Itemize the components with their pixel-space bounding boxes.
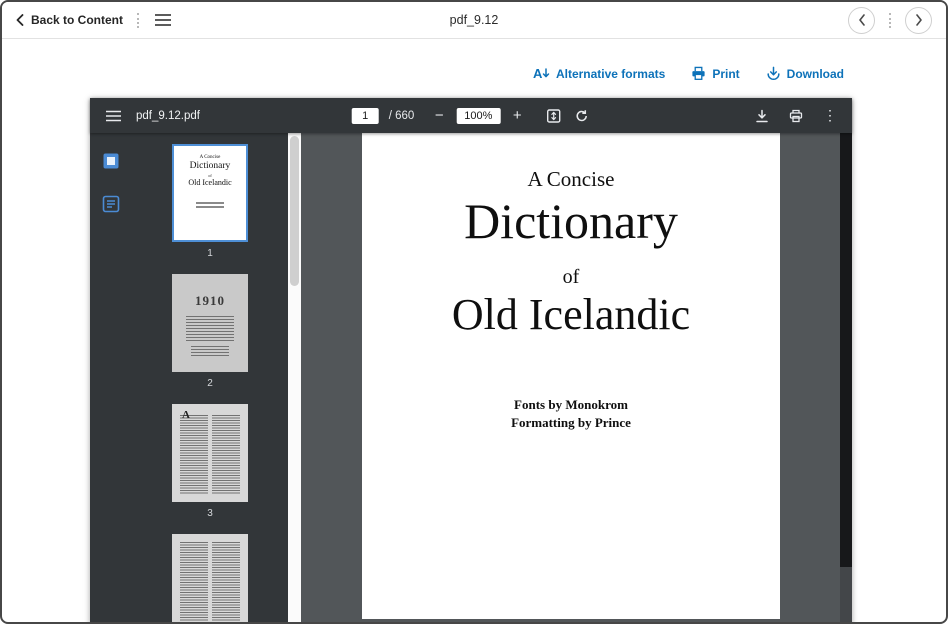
pdf-content-area: A Concise Dictionary of Old Icelandic Fo…: [301, 133, 840, 624]
page-scrollbar-thumb[interactable]: [840, 133, 852, 567]
zoom-out-button[interactable]: −: [432, 108, 446, 123]
page-subtitle: A Concise: [362, 133, 780, 192]
previous-item-button[interactable]: [848, 7, 875, 34]
rotate-button[interactable]: [572, 107, 590, 125]
outline-view-button[interactable]: [100, 193, 122, 215]
text-column: [212, 542, 240, 624]
thumbnail-page-4-preview: [172, 534, 248, 624]
pdf-overflow-menu-button[interactable]: ⋮: [821, 105, 839, 126]
download-icon: [766, 66, 781, 81]
thumbnail-page-2[interactable]: 1910 2: [172, 274, 248, 390]
pdf-toolbar-left: pdf_9.12.pdf: [90, 108, 200, 124]
download-icon: [755, 109, 769, 123]
page-credits: Fonts by Monokrom Formatting by Prince: [362, 396, 780, 432]
print-button[interactable]: Print: [691, 66, 739, 81]
rotate-icon: [574, 109, 588, 123]
top-navigation-bar: Back to Content pdf_9.12: [2, 2, 946, 39]
pdf-download-button[interactable]: [753, 107, 771, 125]
zoom-level-display[interactable]: 100%: [456, 108, 500, 124]
thumb3-text-columns: [180, 415, 240, 495]
sidebar-toggle-button[interactable]: [104, 108, 123, 124]
chevron-left-icon: [858, 14, 866, 26]
hamburger-icon: [155, 14, 171, 26]
thumbnail-page-2-label: 2: [207, 378, 213, 390]
text-column: [180, 542, 208, 624]
fit-to-page-button[interactable]: [544, 107, 562, 125]
back-to-content-button[interactable]: Back to Content: [16, 13, 123, 27]
svg-text:A: A: [533, 66, 543, 81]
thumb2-year: 1910: [174, 293, 246, 309]
page-total-label: / 660: [389, 110, 415, 122]
pdf-filename: pdf_9.12.pdf: [136, 110, 200, 122]
thumbnail-panel-scrollbar[interactable]: [288, 133, 301, 624]
pdf-toolbar: pdf_9.12.pdf / 660 − 100% +: [90, 98, 852, 133]
document-actions: A Alternative formats Print Download: [533, 66, 844, 81]
fit-page-icon: [546, 109, 560, 123]
viewer-side-strip: [90, 133, 132, 624]
thumbnail-page-1-label: 1: [207, 248, 213, 260]
thumb1-text-line: [196, 202, 224, 204]
print-icon: [691, 66, 706, 81]
thumbnail-page-4[interactable]: [172, 534, 248, 624]
pdf-toolbar-right: ⋮: [753, 105, 852, 126]
alternative-formats-button[interactable]: A Alternative formats: [533, 66, 665, 81]
back-to-content-label: Back to Content: [31, 13, 123, 27]
thumbnail-page-3-label: 3: [207, 508, 213, 520]
next-item-button[interactable]: [905, 7, 932, 34]
menu-button[interactable]: [153, 12, 173, 28]
thumb1-text-line: [196, 206, 224, 208]
thumb2-text-lines: [191, 346, 229, 356]
thumbnail-page-3-preview: A: [172, 404, 248, 502]
text-column: [180, 415, 208, 495]
top-navigation-controls: [848, 7, 932, 34]
document-title: pdf_9.12: [450, 13, 499, 27]
outline-view-icon: [102, 195, 120, 213]
hamburger-icon: [106, 110, 121, 122]
page-connector: of: [362, 266, 780, 289]
pdf-print-button[interactable]: [787, 107, 805, 125]
thumbnail-view-button[interactable]: [100, 150, 122, 172]
thumbnail-panel: A Concise Dictionary of Old Icelandic 1 …: [132, 133, 288, 624]
thumbnail-page-1[interactable]: A Concise Dictionary of Old Icelandic 1: [172, 144, 248, 260]
alternative-formats-label: Alternative formats: [556, 67, 665, 81]
credit-line-1: Fonts by Monokrom: [362, 396, 780, 414]
thumb1-title2: Old Icelandic: [174, 178, 246, 187]
chevron-left-icon: [16, 14, 24, 26]
credit-line-2: Formatting by Prince: [362, 414, 780, 432]
page-title-line2: Old Icelandic: [362, 289, 780, 340]
thumbnail-page-3[interactable]: A 3: [172, 404, 248, 520]
thumb1-subtitle: A Concise: [174, 155, 246, 160]
thumbnail-panel-scrollbar-thumb[interactable]: [290, 136, 299, 286]
download-button[interactable]: Download: [766, 66, 844, 81]
thumbnail-page-2-preview: 1910: [172, 274, 248, 372]
pdf-page: A Concise Dictionary of Old Icelandic Fo…: [362, 133, 780, 619]
download-label: Download: [787, 67, 844, 81]
page-number-input[interactable]: [352, 108, 379, 124]
text-column: [212, 415, 240, 495]
thumb4-text-columns: [180, 542, 240, 624]
alternative-formats-icon: A: [533, 66, 550, 81]
app-window: Back to Content pdf_9.12 A Alternative f…: [0, 0, 948, 624]
chevron-right-icon: [915, 14, 923, 26]
thumbnails-view-icon: [102, 152, 120, 170]
pdf-toolbar-center: / 660 − 100% +: [352, 98, 591, 133]
page-scrollbar[interactable]: [840, 133, 852, 624]
thumb3-letter: A: [182, 409, 190, 421]
zoom-in-button[interactable]: +: [510, 108, 524, 123]
dotted-divider: [889, 13, 891, 28]
thumb1-title: Dictionary: [174, 161, 246, 171]
page-title-line1: Dictionary: [362, 192, 780, 250]
print-icon: [789, 109, 803, 123]
kebab-icon: ⋮: [823, 107, 837, 124]
pdf-viewer: pdf_9.12.pdf / 660 − 100% +: [90, 98, 852, 624]
print-label: Print: [712, 67, 739, 81]
dotted-divider: [137, 13, 139, 28]
thumb2-text-lines: [186, 316, 234, 342]
thumbnail-page-1-preview: A Concise Dictionary of Old Icelandic: [172, 144, 248, 242]
